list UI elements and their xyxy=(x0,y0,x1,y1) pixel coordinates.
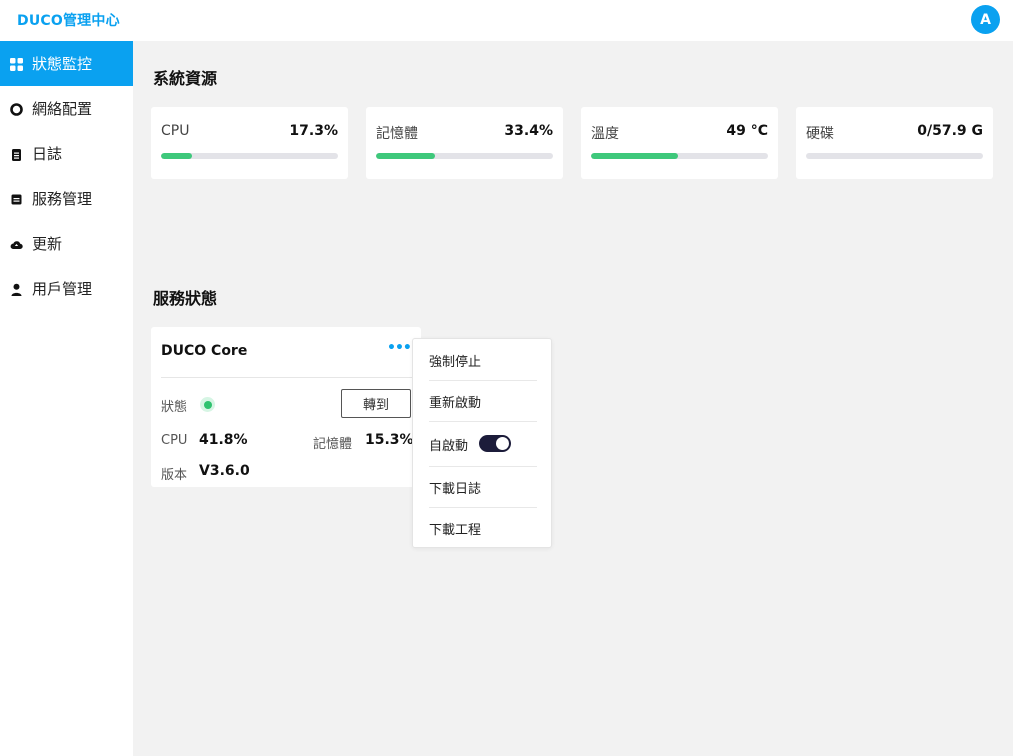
status-label: 狀態 xyxy=(161,400,188,415)
sidebar-item-service-management[interactable]: 服務管理 xyxy=(0,176,133,221)
menu-divider xyxy=(429,507,537,508)
menu-divider xyxy=(429,466,537,467)
resource-card-cpu: CPU 17.3% xyxy=(151,107,348,179)
progress-track xyxy=(591,153,768,159)
sidebar-item-status-monitor[interactable]: 狀態監控 xyxy=(0,41,133,86)
memory-value: 15.3% xyxy=(365,432,414,448)
clipboard-icon xyxy=(10,147,23,161)
resource-card-memory: 記憶體 33.4% xyxy=(366,107,563,179)
status-indicator xyxy=(200,397,215,412)
resource-value: 0/57.9 G xyxy=(917,123,983,139)
sidebar-item-label: 服務管理 xyxy=(32,190,93,208)
service-card: DUCO Core ••• 狀態 轉到 CPU 41.8% 記憶體 15.3% … xyxy=(151,327,421,487)
version-label: 版本 xyxy=(161,468,188,483)
memory-label: 記憶體 xyxy=(313,437,353,452)
menu-item-restart[interactable]: 重新啟動 xyxy=(429,392,481,411)
progress-track xyxy=(376,153,553,159)
user-icon xyxy=(10,282,23,296)
app-title[interactable]: DUCO管理中心 xyxy=(17,10,120,30)
menu-item-autostart-label: 自啟動 xyxy=(429,439,469,454)
resource-value: 17.3% xyxy=(289,123,338,139)
sidebar-item-user-management[interactable]: 用戶管理 xyxy=(0,266,133,311)
top-bar: DUCO管理中心 A xyxy=(0,0,1013,41)
sidebar-item-logs[interactable]: 日誌 xyxy=(0,131,133,176)
resource-name: 溫度 xyxy=(591,126,619,142)
resource-card-temperature: 溫度 49 °C xyxy=(581,107,778,179)
sidebar: 狀態監控 網絡配置 日誌 服務管理 更新 用戶管理 xyxy=(0,41,133,756)
more-options-icon[interactable]: ••• xyxy=(387,340,412,356)
menu-item-download-log[interactable]: 下載日誌 xyxy=(429,478,481,497)
cloud-icon xyxy=(10,237,23,250)
sidebar-item-label: 狀態監控 xyxy=(32,55,93,73)
section-title-services: 服務狀態 xyxy=(153,289,218,308)
document-icon xyxy=(10,192,23,205)
divider xyxy=(161,377,416,378)
resource-value: 33.4% xyxy=(504,123,553,139)
resource-value: 49 °C xyxy=(726,123,768,139)
menu-divider xyxy=(429,380,537,381)
sidebar-item-label: 日誌 xyxy=(32,145,63,163)
service-actions-menu: 強制停止 重新啟動 自啟動 下載日誌 下載工程 xyxy=(412,338,552,548)
sidebar-item-label: 更新 xyxy=(32,235,63,253)
cpu-value: 41.8% xyxy=(199,432,248,448)
menu-item-force-stop[interactable]: 強制停止 xyxy=(429,351,481,370)
sidebar-item-update[interactable]: 更新 xyxy=(0,221,133,266)
menu-item-download-project[interactable]: 下載工程 xyxy=(429,519,481,538)
sidebar-item-network-config[interactable]: 網絡配置 xyxy=(0,86,133,131)
version-value: V3.6.0 xyxy=(199,463,250,479)
progress-track xyxy=(161,153,338,159)
user-avatar[interactable]: A xyxy=(971,5,1000,34)
resource-name: 記憶體 xyxy=(376,126,418,142)
progress-fill xyxy=(376,153,436,159)
section-title-resources: 系統資源 xyxy=(153,69,218,88)
progress-fill xyxy=(591,153,678,159)
service-name: DUCO Core xyxy=(161,343,248,359)
progress-track xyxy=(806,153,983,159)
resource-name: CPU xyxy=(161,123,190,139)
resource-card-disk: 硬碟 0/57.9 G xyxy=(796,107,993,179)
autostart-toggle[interactable] xyxy=(479,435,511,452)
grid-icon xyxy=(10,57,23,71)
sidebar-item-label: 用戶管理 xyxy=(32,280,93,298)
resource-name: 硬碟 xyxy=(806,126,834,142)
goto-button[interactable]: 轉到 xyxy=(341,389,411,418)
cpu-label: CPU xyxy=(161,433,188,448)
progress-fill xyxy=(161,153,192,159)
menu-divider xyxy=(429,421,537,422)
sidebar-item-label: 網絡配置 xyxy=(32,100,93,118)
ring-icon xyxy=(10,102,23,116)
